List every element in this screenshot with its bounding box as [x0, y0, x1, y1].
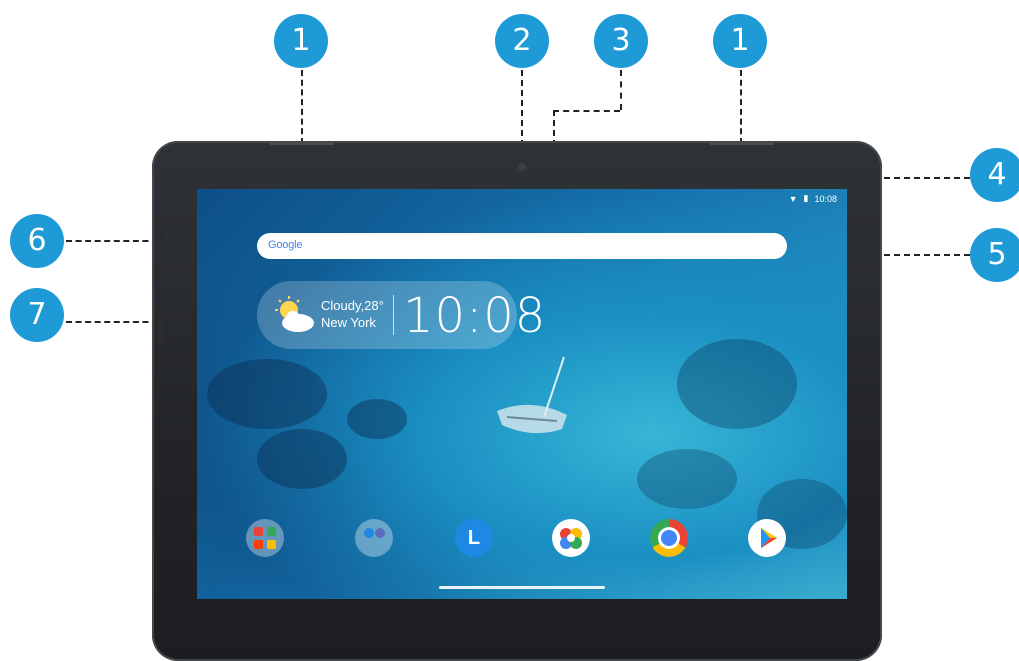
- callout-3: 3: [594, 14, 648, 68]
- google-search-bar[interactable]: Google: [257, 233, 787, 259]
- callout-2: 2: [495, 14, 549, 68]
- weather-text: Cloudy,28° New York: [321, 297, 384, 331]
- photos-icon[interactable]: [552, 519, 590, 557]
- callout-7: 7: [10, 288, 64, 342]
- apps-folder-icon[interactable]: [246, 519, 284, 557]
- weather-location: New York: [321, 315, 376, 330]
- leader-line-3-mid: [553, 110, 620, 112]
- status-bar: ▼ ▮ 10:08: [789, 193, 837, 204]
- speaker-right: [710, 143, 774, 145]
- callout-5: 5: [970, 228, 1019, 282]
- leader-line-6: [66, 240, 158, 242]
- callout-1-left: 1: [274, 14, 328, 68]
- partly-cloudy-icon: [275, 296, 314, 332]
- chrome-icon[interactable]: [650, 519, 688, 557]
- home-gesture-bar[interactable]: [439, 586, 605, 589]
- wifi-icon: ▼: [788, 193, 798, 204]
- lenovo-launcher-icon[interactable]: L: [455, 519, 493, 557]
- volume-button: [158, 226, 164, 280]
- speaker-left: [270, 143, 334, 145]
- power-button: [158, 314, 164, 346]
- google-logo: Google: [268, 239, 303, 251]
- front-camera: [518, 163, 526, 171]
- play-store-icon[interactable]: [748, 519, 786, 557]
- leader-line-7: [66, 321, 158, 323]
- weather-clock-widget[interactable]: Cloudy,28° New York 10:08: [257, 281, 545, 349]
- leader-line-1-left: [301, 70, 303, 144]
- status-time: 10:08: [814, 193, 837, 204]
- leader-line-3-top: [620, 70, 622, 110]
- shipwreck-image: [497, 356, 567, 434]
- home-screen: ▼ ▮ 10:08 Google Cloudy,28° New York 10:…: [197, 189, 847, 599]
- callout-1-right: 1: [713, 14, 767, 68]
- folder-icon[interactable]: [355, 519, 393, 557]
- battery-icon: ▮: [803, 193, 809, 203]
- clock-display: 10:08: [403, 288, 547, 344]
- widget-divider: [393, 295, 394, 335]
- leader-line-4: [884, 177, 970, 179]
- leader-line-1-right: [740, 70, 742, 144]
- leader-line-5: [884, 254, 970, 256]
- callout-4: 4: [970, 148, 1019, 202]
- callout-6: 6: [10, 214, 64, 268]
- weather-condition: Cloudy,28°: [321, 298, 384, 313]
